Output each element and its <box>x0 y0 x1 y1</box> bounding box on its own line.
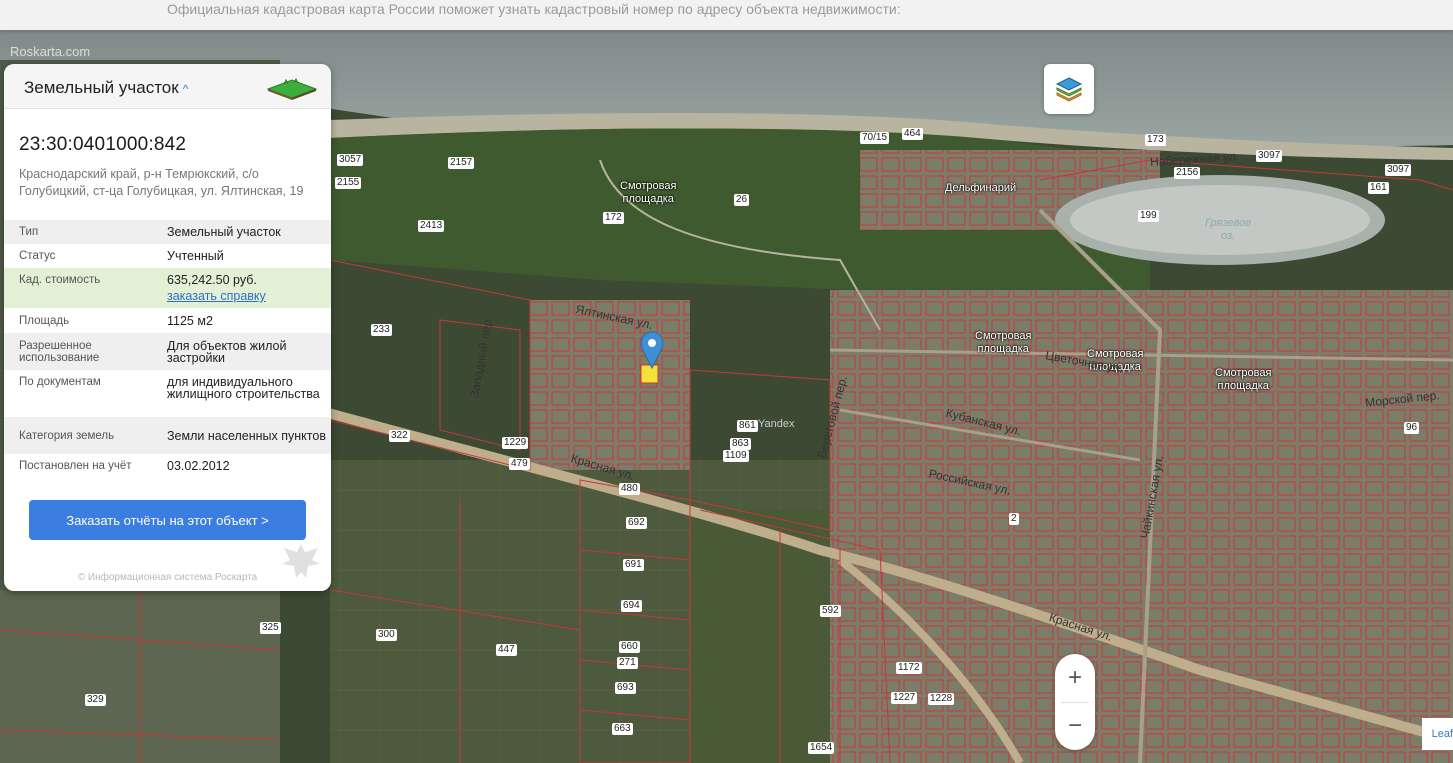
parcel-number[interactable]: 3097 <box>1385 164 1412 176</box>
parcel-number[interactable]: 691 <box>623 559 644 571</box>
viewpoint-label-4: Смотровая площадка <box>1215 367 1272 392</box>
parcel-number[interactable]: 3097 <box>1256 150 1283 162</box>
order-reports-button[interactable]: Заказать отчёты на этот объект > <box>29 500 306 540</box>
parcel-number[interactable]: 325 <box>260 622 281 634</box>
parcel-number[interactable]: 2155 <box>335 177 362 189</box>
row-permitted-use: Разрешенное использование Для объектов ж… <box>4 333 331 370</box>
parcel-address: Краснодарский край, р-н Темрюкский, с/о … <box>19 167 304 198</box>
parcel-number[interactable]: 464 <box>902 128 923 140</box>
parcel-number[interactable]: 1227 <box>891 692 918 704</box>
row-value: для индивидуального жилищного строительс… <box>167 375 320 401</box>
zoom-control: + − <box>1055 654 1095 750</box>
parcel-number[interactable]: 161 <box>1368 182 1389 194</box>
panel-header: Земельный участок ^ <box>4 64 331 109</box>
top-banner: Официальная кадастровая карта России пом… <box>0 0 1453 30</box>
cadastral-number: 23:30:0401000:842 <box>19 134 187 155</box>
row-by-documents: По документам для индивидуального жилищн… <box>4 370 331 417</box>
row-value: 03.02.2012 <box>167 459 230 473</box>
yandex-watermark: Yandex <box>758 418 795 430</box>
parcel-number[interactable]: 3057 <box>337 154 364 166</box>
row-value: Земельный участок <box>167 225 281 239</box>
parcel-number[interactable]: 173 <box>1145 134 1166 146</box>
order-certificate-link[interactable]: заказать справку <box>167 290 327 303</box>
row-registered: Постановлен на учёт 03.02.2012 <box>4 454 331 478</box>
layers-icon <box>1055 77 1083 102</box>
row-key: Разрешенное использование <box>19 339 100 364</box>
parcel-number[interactable]: 660 <box>619 641 640 653</box>
parcel-number[interactable]: 861 <box>737 420 758 432</box>
parcel-number[interactable]: 2413 <box>418 220 445 232</box>
row-status: Статус Учтенный <box>4 244 331 268</box>
brand-label: Roskarta.com <box>10 44 91 59</box>
parcel-number[interactable]: 694 <box>621 600 642 612</box>
row-key: По документам <box>19 376 101 388</box>
row-key: Тип <box>19 226 39 238</box>
zoom-out-button[interactable]: − <box>1055 702 1095 750</box>
viewpoint-label-2: Смотровая площадка <box>975 330 1032 355</box>
row-key: Кад. стоимость <box>19 274 101 286</box>
viewpoint-label-1: Смотровая площадка <box>620 180 677 205</box>
parcel-number[interactable]: 1172 <box>896 662 922 674</box>
row-cad-cost: Кад. стоимость 635,242.50 руб. заказать … <box>4 268 331 308</box>
parcel-number[interactable]: 447 <box>496 644 517 656</box>
attributes-table: Тип Земельный участок Статус Учтенный Ка… <box>4 220 331 478</box>
row-value: Земли населенных пунктов <box>167 428 326 443</box>
parcel-number[interactable]: 2157 <box>448 157 475 169</box>
parcel-number[interactable]: 1109 <box>723 450 749 462</box>
panel-title-toggle[interactable]: Земельный участок ^ <box>24 78 188 98</box>
parcel-number[interactable]: 480 <box>619 483 640 495</box>
row-key: Постановлен на учёт <box>19 460 132 472</box>
dolphinarium-label: Дельфинарий <box>945 182 1017 194</box>
parcel-number[interactable]: 271 <box>617 657 638 669</box>
layers-button[interactable] <box>1044 64 1094 114</box>
land-plot-icon <box>266 77 318 100</box>
row-type: Тип Земельный участок <box>4 220 331 244</box>
parcel-number[interactable]: 233 <box>371 324 392 336</box>
parcel-number[interactable]: 300 <box>376 629 397 641</box>
parcel-number[interactable]: 96 <box>1404 422 1420 434</box>
panel-title: Земельный участок <box>24 78 179 97</box>
parcel-number[interactable]: 692 <box>626 517 647 529</box>
parcel-number[interactable]: 863 <box>730 438 751 450</box>
row-key: Площадь <box>19 314 70 327</box>
parcel-number[interactable]: 479 <box>509 458 530 470</box>
parcel-number[interactable]: 70/15 <box>860 132 890 144</box>
row-value: 1125 м2 <box>167 313 213 328</box>
parcel-number[interactable]: 1228 <box>928 693 955 705</box>
parcel-number[interactable]: 592 <box>820 605 841 617</box>
parcel-number[interactable]: 322 <box>389 430 410 442</box>
chevron-up-icon[interactable]: ^ <box>183 82 189 96</box>
parcel-number[interactable]: 172 <box>603 212 624 224</box>
parcel-number[interactable]: 693 <box>615 682 636 694</box>
row-area: Площадь 1125 м2 <box>4 308 331 333</box>
cad-cost-value: 635,242.50 руб. <box>167 273 257 287</box>
zoom-in-button[interactable]: + <box>1055 654 1095 702</box>
row-value: Учтенный <box>167 249 224 263</box>
parcel-info-panel: Земельный участок ^ 23:30:0401000:842 Кра… <box>4 64 331 591</box>
row-key: Категория земель <box>19 429 115 442</box>
parcel-number[interactable]: 329 <box>85 694 106 706</box>
parcel-number[interactable]: 2 <box>1009 513 1019 525</box>
parcel-number[interactable]: 663 <box>612 723 633 735</box>
row-key: Статус <box>19 250 56 262</box>
parcel-number[interactable]: 1654 <box>808 742 835 754</box>
row-land-category: Категория земель Земли населенных пункто… <box>4 417 331 454</box>
parcel-number[interactable]: 199 <box>1138 210 1159 222</box>
parcel-number[interactable]: 26 <box>734 194 750 206</box>
parcel-number[interactable]: 1229 <box>502 437 529 449</box>
row-value: Для объектов жилой застройки <box>167 338 287 365</box>
top-banner-text: Официальная кадастровая карта России пом… <box>167 1 901 17</box>
row-value: 635,242.50 руб. заказать справку <box>167 274 327 308</box>
copyright-text: © Информационная система Роскарта <box>77 572 258 583</box>
parcel-number[interactable]: 2156 <box>1174 167 1201 179</box>
lake-label: Грязевое оз. <box>1205 217 1252 242</box>
leaflet-attribution[interactable]: Leaf <box>1422 718 1453 750</box>
zoom-divider <box>1061 702 1089 703</box>
